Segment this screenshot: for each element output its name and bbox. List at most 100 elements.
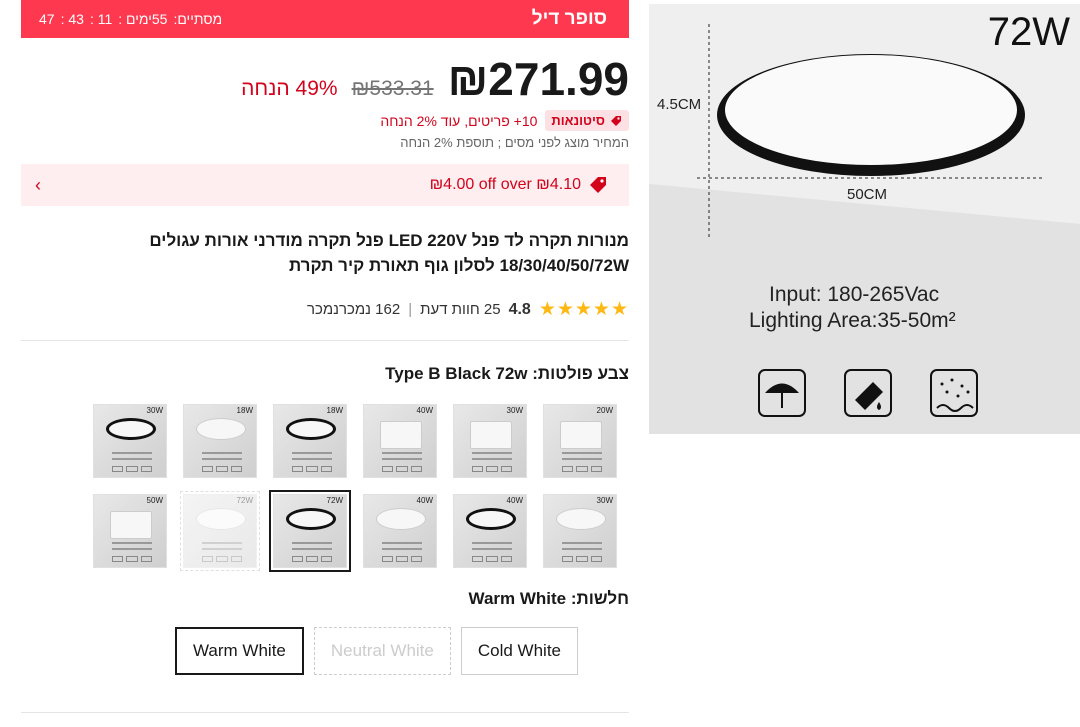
price-tag-icon [590,177,606,193]
swatch-watt-label: 30W [596,496,613,505]
swatch-lamp-image [556,508,606,530]
color-label: צבע פולטות: Type B Black 72w [385,364,629,384]
swatch-spec-lines [562,542,602,550]
coupon-bar[interactable]: ₪4.00 off over ₪4.10 › [21,164,629,206]
swatch-spec-lines [472,542,512,550]
color-swatch[interactable]: 72W [269,490,351,572]
rating-score: 4.8 [508,300,531,318]
swatch-icons [112,466,152,472]
image-input-spec: Input: 180-265Vac [769,283,940,306]
swatch-spec-lines [292,542,332,550]
timer-hours: 11 : [89,11,113,27]
product-info-panel: סופר דיל מסתיים: 55ימים : 11 : 43 : 47 ₪… [21,0,629,727]
swatch-lamp-image [466,508,516,530]
swatch-watt-label: 40W [416,496,433,505]
product-title: מנורות תקרה לד פנל LED 220V פנל תקרה מוד… [149,231,629,275]
swatch-icons [292,556,332,562]
color-swatch[interactable]: 18W [273,404,347,478]
color-swatch[interactable]: 40W [363,404,437,478]
fire-tag-icon [611,115,621,126]
swatch-lamp-image [560,421,602,449]
swatch-watt-label: 20W [596,406,613,415]
wholesale-badge: סיטונאות [545,110,629,131]
timer-seconds: 47 [39,11,55,27]
lighting-options: Cold White Neutral White Warm White [175,627,578,675]
swatch-icons [112,556,152,562]
color-swatch[interactable]: 72W [180,491,260,571]
color-swatch[interactable]: 30W [453,404,527,478]
color-swatch[interactable]: 20W [543,404,617,478]
product-main-image[interactable]: 72W 4.5CM 50CM Input: 180-265Vac Lightin… [649,4,1080,434]
image-area-spec: Lighting Area:35-50m² [749,309,956,332]
option-cold-white[interactable]: Cold White [460,627,578,675]
wholesale-row[interactable]: סיטונאות 10+ פריטים, עוד 2% הנחה [380,110,629,131]
color-swatch[interactable]: 30W [543,494,617,568]
swatch-lamp-image [286,418,336,440]
swatch-lamp-image [470,421,512,449]
swatch-watt-label: 18W [326,406,343,415]
super-deal-banner: סופר דיל מסתיים: 55ימים : 11 : 43 : 47 [21,0,629,38]
swatch-icons [202,556,242,562]
swatch-icons [382,466,422,472]
wholesale-text: 10+ פריטים, עוד 2% הנחה [380,112,538,129]
swatch-lamp-image [110,511,152,539]
swatch-watt-label: 40W [506,496,523,505]
color-selected-value: Type B Black 72w [385,364,528,383]
swatch-lamp-image [106,418,156,440]
swatch-watt-label: 18W [236,406,253,415]
price-row: ₪271.99 ₪533.31 49% הנחה [241,52,629,106]
reviews-link[interactable]: 25 חוות דעת [420,301,500,318]
image-width-label: 50CM [847,186,888,203]
image-watt-label: 72W [987,10,1070,54]
color-swatch[interactable]: 50W [93,494,167,568]
image-height-label: 4.5CM [657,96,702,113]
rating-row: ★★★★★ 4.8 25 חוות דעת | 162 נמכרנמכר [307,298,629,321]
chevron-right-icon[interactable]: › [35,175,41,196]
swatch-watt-label: 30W [506,406,523,415]
swatch-spec-lines [202,542,242,550]
color-label-text: צבע פולטות: [532,364,629,383]
wholesale-badge-label: סיטונאות [551,113,605,128]
swatch-icons [472,556,512,562]
coupon-text: ₪4.00 off over ₪4.10 [429,176,581,193]
swatch-spec-lines [112,542,152,550]
swatch-lamp-image [286,508,336,530]
swatch-watt-label: 40W [416,406,433,415]
swatch-lamp-image [376,508,426,530]
lighting-selected-value: Warm White [468,589,567,608]
swatch-spec-lines [562,452,602,460]
swatch-spec-lines [382,542,422,550]
original-price: ₪533.31 [351,77,434,100]
swatch-icons [382,556,422,562]
swatch-spec-lines [472,452,512,460]
divider [21,712,629,713]
tax-note: המחיר מוצג לפני מסים ; תוספת 2% הנחה [400,135,629,150]
super-deal-title: סופר דיל [531,8,607,29]
star-icon: ★★★★★ [538,299,629,320]
color-swatch[interactable]: 40W [453,494,527,568]
color-swatch[interactable]: 40W [363,494,437,568]
swatch-icons [292,466,332,472]
color-swatch[interactable]: 18W [183,404,257,478]
swatch-icons [562,556,602,562]
option-warm-white[interactable]: Warm White [175,627,304,675]
product-image-graphic [649,4,1080,434]
swatch-spec-lines [382,452,422,460]
swatch-watt-label: 50W [146,496,163,505]
deal-countdown: מסתיים: 55ימים : 11 : 43 : 47 [39,11,222,27]
option-neutral-white[interactable]: Neutral White [313,627,451,675]
sold-count: 162 נמכרנמכר [306,301,401,318]
swatch-watt-label: 72W [326,496,343,505]
deal-ends-label: מסתיים: [173,11,223,27]
swatch-spec-lines [202,452,242,460]
timer-minutes: 43 : [60,11,84,27]
discount-percent: 49% הנחה [241,77,338,100]
coupon-offer: ₪4.00 off over ₪4.10 [430,176,607,194]
swatch-lamp-image [196,508,246,530]
current-price: ₪271.99 [447,53,629,105]
color-swatch[interactable]: 30W [93,404,167,478]
swatch-watt-label: 72W [236,496,253,505]
swatch-icons [562,466,602,472]
swatch-icons [472,466,512,472]
lighting-label: חלשות: Warm White [469,589,629,609]
